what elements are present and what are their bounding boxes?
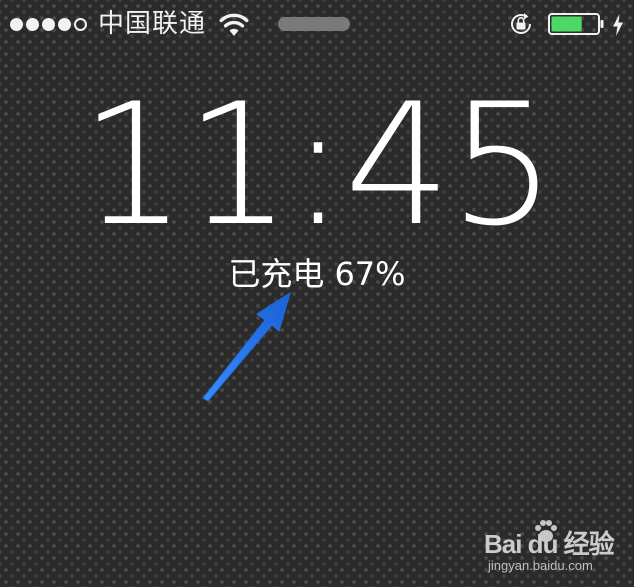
signal-dot-empty [74, 17, 87, 31]
signal-dot-filled [42, 17, 55, 31]
charging-percent: 67% [334, 255, 406, 293]
charging-bolt-icon [613, 14, 623, 36]
annotation-arrow-icon [202, 291, 291, 402]
charging-status: 已充电 67% [0, 254, 634, 294]
signal-dot-filled [10, 17, 23, 31]
watermark-logo: Bai du 经验 [484, 529, 615, 559]
baidu-jingyan-watermark: Bai du 经验 jingyan.baidu.com [480, 518, 630, 582]
cellular-signal-icon [10, 14, 87, 34]
battery-icon [548, 13, 604, 35]
rotation-lock-icon [511, 13, 531, 34]
signal-dot-filled [26, 17, 39, 31]
watermark-url: jingyan.baidu.com [488, 558, 593, 573]
carrier-name: 中国联通 [98, 9, 207, 39]
wifi-icon [219, 13, 249, 36]
lock-screen-clock: 11:45 [79, 67, 556, 263]
status-bar: 中国联通 [0, 0, 634, 48]
battery-fill [551, 16, 582, 32]
control-center-handle[interactable] [278, 17, 350, 31]
signal-dot-filled [58, 17, 71, 31]
